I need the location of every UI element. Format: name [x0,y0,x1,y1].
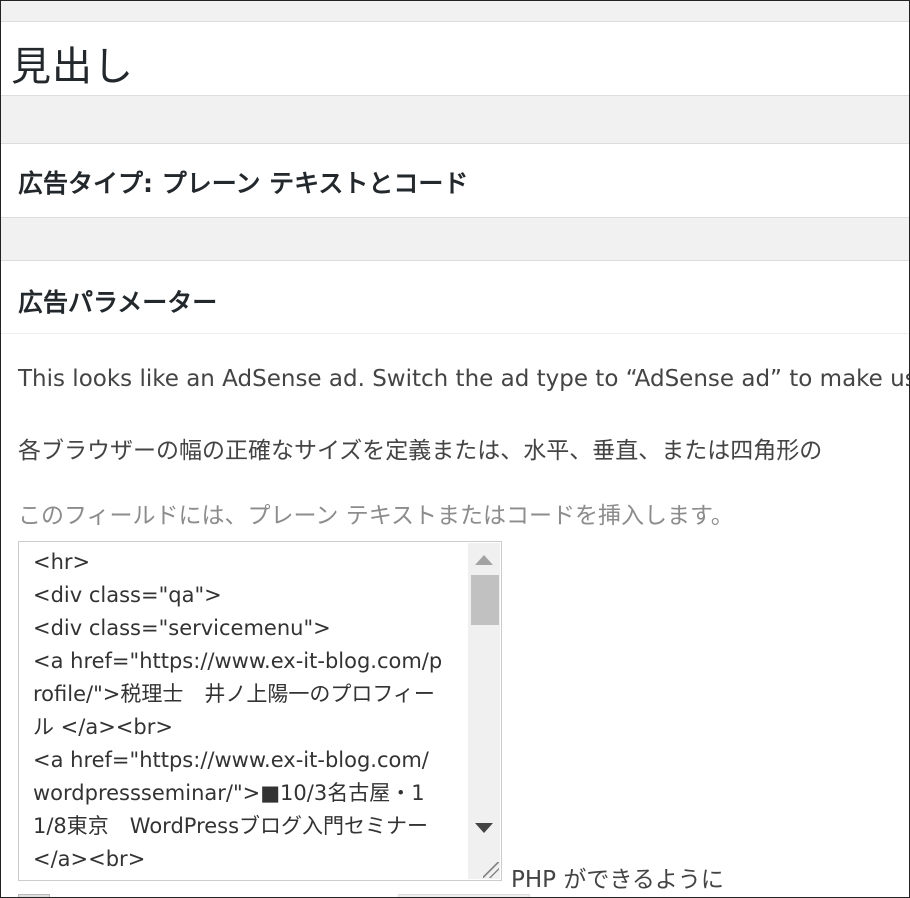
title-box[interactable]: 見出し [1,22,909,96]
scroll-up-icon[interactable] [475,555,493,565]
php-label[interactable]: PHP ができるように [511,860,724,894]
field-description: このフィールドには、プレーン テキストまたはコードを挿入します。 [18,503,734,529]
bottom-control[interactable] [398,894,530,897]
adsense-notice: This looks like an AdSense ad. Switch th… [18,366,910,392]
resize-grip-icon[interactable] [483,862,499,878]
page-title[interactable]: 見出し [11,34,134,92]
textarea-scrollbar[interactable] [468,543,500,879]
top-strip [1,1,909,22]
editor-frame: 見出し 広告タイプ: プレーン テキストとコード 広告パラメーター This l… [0,0,910,898]
ad-type-heading[interactable]: 広告タイプ: プレーン テキストとコード [18,164,468,200]
ad-parameters-heading[interactable]: 広告パラメーター [18,283,217,319]
ad-code-textarea[interactable]: <hr> <div class="qa"> <div class="servic… [18,541,502,881]
scroll-down-icon[interactable] [475,823,493,833]
scroll-thumb[interactable] [471,575,499,625]
ad-code-content[interactable]: <hr> <div class="qa"> <div class="servic… [33,546,443,876]
php-checkbox[interactable] [18,894,50,897]
size-description: 各ブラウザーの幅の正確なサイズを定義または、水平、垂直、または四角形の [18,438,823,464]
ad-parameters-box: 広告パラメーター This looks like an AdSense ad. … [1,260,910,897]
ad-type-box: 広告タイプ: プレーン テキストとコード [1,143,909,218]
ad-parameters-header: 広告パラメーター [1,261,909,334]
